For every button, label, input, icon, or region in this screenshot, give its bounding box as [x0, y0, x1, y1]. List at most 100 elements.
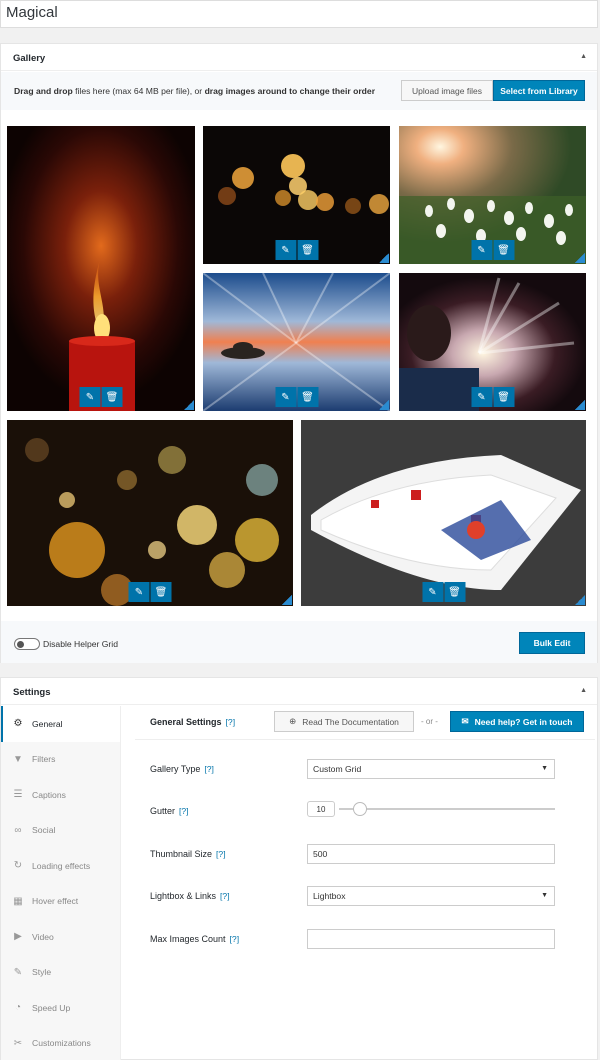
wrench-icon: ✂ — [13, 1037, 23, 1049]
settings-panel-header[interactable]: Settings ▲ — [1, 678, 597, 705]
gallery-panel-header[interactable]: Gallery ▲ — [1, 44, 597, 71]
tab-captions[interactable]: ☰ Captions — [1, 777, 120, 813]
help-link[interactable]: [?] — [179, 806, 189, 816]
help-link[interactable]: [?] — [226, 717, 236, 727]
toggle-knob — [17, 641, 24, 648]
gutter-value[interactable]: 10 — [307, 801, 335, 817]
tab-customizations[interactable]: ✂ Customizations — [1, 1026, 120, 1060]
general-settings-heading: General Settings [?] — [150, 717, 236, 727]
grid-icon: ▦ — [13, 895, 23, 907]
filter-icon: ▼ — [13, 753, 23, 765]
edit-pencil-icon[interactable]: ✎ — [128, 582, 150, 602]
tab-loading-effects[interactable]: ↻ Loading effects — [1, 848, 120, 884]
brush-icon: ✎ — [13, 966, 23, 978]
golden-bokeh-image — [7, 420, 293, 606]
helper-grid-toggle[interactable] — [14, 638, 40, 650]
settings-header-title: Settings — [13, 687, 51, 698]
gallery-image-golden-bokeh[interactable]: ✎ 🗑 — [7, 420, 293, 606]
gallery-image-candle-flame[interactable]: ✎ 🗑 — [7, 126, 195, 411]
help-link[interactable]: [?] — [230, 934, 240, 944]
resize-handle-icon[interactable] — [379, 253, 389, 263]
gallery-type-label: Gallery Type [?] — [150, 764, 214, 774]
delete-trash-icon[interactable]: 🗑 — [101, 387, 123, 407]
bulk-edit-button[interactable]: Bulk Edit — [519, 632, 585, 654]
lightbox-links-label: Lightbox & Links [?] — [150, 891, 230, 901]
link-icon: ∞ — [14, 824, 22, 836]
dropdown-arrow-icon: ▼ — [541, 892, 548, 899]
tab-hover-effect[interactable]: ▦ Hover effect — [1, 884, 120, 920]
gallery-image-playing-cards[interactable]: ✎ 🗑 — [301, 420, 586, 606]
resize-handle-icon[interactable] — [379, 400, 389, 410]
upload-image-files-button[interactable]: Upload image files — [401, 80, 493, 101]
gallery-image-bokeh-lights-dark[interactable]: ✎ 🗑 — [203, 126, 390, 264]
drag-drop-instructions: Drag and drop files here (max 64 MB per … — [14, 86, 376, 96]
tile-actions: ✎ 🗑 — [275, 387, 318, 407]
tile-actions: ✎ 🗑 — [422, 582, 465, 602]
tile-actions: ✎ 🗑 — [471, 387, 514, 407]
gallery-image-glowing-book[interactable]: ✎ 🗑 — [399, 273, 586, 411]
gutter-label: Gutter [?] — [150, 806, 189, 816]
gallery-image-snowdrop-flowers[interactable]: ✎ 🗑 — [399, 126, 586, 264]
settings-panel: Settings ▲ ⚙ General ▼ Filters ☰ Captions ∞… — [0, 677, 598, 1060]
tile-actions: ✎ 🗑 — [471, 240, 514, 260]
collapse-caret-icon[interactable]: ▲ — [580, 687, 587, 694]
edit-pencil-icon[interactable]: ✎ — [275, 240, 296, 260]
select-from-library-button[interactable]: Select from Library — [493, 80, 585, 101]
delete-trash-icon[interactable]: 🗑 — [150, 582, 172, 602]
help-link[interactable]: [?] — [204, 764, 214, 774]
edit-pencil-icon[interactable]: ✎ — [422, 582, 443, 602]
lightbox-links-select[interactable]: Lightbox ▼ — [307, 886, 555, 906]
edit-pencil-icon[interactable]: ✎ — [471, 387, 492, 407]
gallery-header-title: Gallery — [13, 53, 46, 64]
resize-handle-icon[interactable] — [575, 595, 585, 605]
resize-handle-icon[interactable] — [184, 400, 194, 410]
tile-actions: ✎ 🗑 — [128, 582, 172, 602]
collapse-caret-icon[interactable]: ▲ — [580, 53, 587, 60]
edit-pencil-icon[interactable]: ✎ — [275, 387, 296, 407]
playing-cards-image — [301, 420, 586, 606]
candle-image — [7, 126, 195, 411]
divider — [135, 739, 595, 740]
max-images-count-input[interactable] — [307, 929, 555, 949]
gallery-footer: Disable Helper Grid Bulk Edit — [1, 621, 597, 663]
captions-icon: ☰ — [13, 789, 23, 801]
tab-video[interactable]: ▶ Video — [1, 919, 120, 955]
gallery-type-select[interactable]: Custom Grid ▼ — [307, 759, 555, 779]
settings-tabs: ⚙ General ▼ Filters ☰ Captions ∞ Social ↻ Loa… — [1, 706, 121, 1060]
gutter-slider-track[interactable] — [339, 808, 555, 810]
envelope-icon: ✉ — [461, 716, 469, 726]
gear-icon: ⚙ — [13, 718, 23, 730]
tile-actions: ✎ 🗑 — [79, 387, 123, 407]
helper-grid-label: Disable Helper Grid — [43, 639, 118, 649]
gallery-title-input[interactable]: Magical — [0, 0, 598, 28]
delete-trash-icon[interactable]: 🗑 — [297, 240, 318, 260]
or-separator: - or - — [421, 717, 438, 726]
gallery-panel: Gallery ▲ Drag and drop files here (max … — [0, 43, 598, 663]
delete-trash-icon[interactable]: 🗑 — [493, 240, 514, 260]
help-link[interactable]: [?] — [216, 849, 226, 859]
tab-general[interactable]: ⚙ General — [1, 706, 120, 742]
thumbnail-size-label: Thumbnail Size [?] — [150, 849, 226, 859]
tab-speed-up[interactable]: ◔ Speed Up — [1, 990, 120, 1026]
edit-pencil-icon[interactable]: ✎ — [79, 387, 101, 407]
thumbnail-size-input[interactable]: 500 — [307, 844, 555, 864]
get-help-button[interactable]: ✉ Need help? Get in touch — [450, 711, 584, 732]
resize-handle-icon[interactable] — [282, 595, 292, 605]
tile-actions: ✎ 🗑 — [275, 240, 318, 260]
help-link[interactable]: [?] — [220, 891, 230, 901]
edit-pencil-icon[interactable]: ✎ — [471, 240, 492, 260]
dashboard-icon: ◔ — [14, 1002, 22, 1014]
tab-style[interactable]: ✎ Style — [1, 955, 120, 991]
tab-filters[interactable]: ▼ Filters — [1, 742, 120, 778]
max-images-count-label: Max Images Count [?] — [150, 934, 240, 944]
gallery-image-island-sunset-reflection[interactable]: ✎ 🗑 — [203, 273, 390, 411]
read-documentation-button[interactable]: ⊕ Read The Documentation — [274, 711, 414, 732]
tab-social[interactable]: ∞ Social — [1, 813, 120, 849]
delete-trash-icon[interactable]: 🗑 — [297, 387, 318, 407]
resize-handle-icon[interactable] — [575, 253, 585, 263]
video-icon: ▶ — [14, 931, 22, 943]
delete-trash-icon[interactable]: 🗑 — [444, 582, 465, 602]
resize-handle-icon[interactable] — [575, 400, 585, 410]
gutter-slider-handle[interactable] — [353, 802, 367, 816]
delete-trash-icon[interactable]: 🗑 — [493, 387, 514, 407]
